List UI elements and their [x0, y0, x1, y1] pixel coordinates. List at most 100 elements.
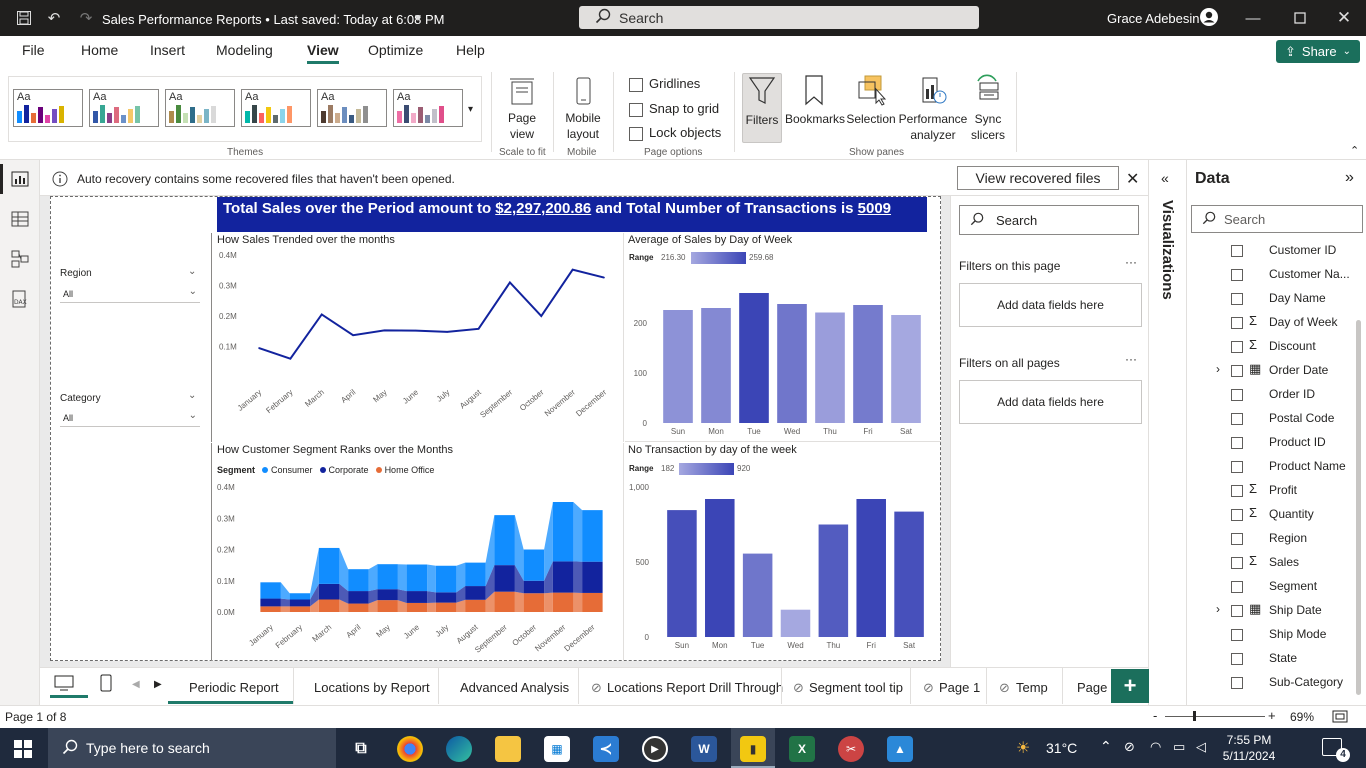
media-player-icon[interactable]: ▶ — [642, 736, 668, 762]
collapse-ribbon-icon[interactable]: ⌃ — [1350, 144, 1359, 157]
data-field-row[interactable]: Day Name — [1187, 289, 1357, 313]
add-fields-this-page[interactable]: Add data fields here — [959, 283, 1142, 327]
chrome-icon[interactable] — [397, 736, 423, 762]
collapse-data-pane-icon[interactable]: » — [1345, 169, 1354, 187]
field-checkbox[interactable] — [1231, 509, 1243, 521]
mobile-layout-button[interactable]: Mobile layout — [560, 76, 606, 142]
edge-icon[interactable] — [446, 736, 472, 762]
menu-home[interactable]: Home — [81, 42, 118, 58]
windows-start-icon[interactable] — [14, 740, 32, 761]
field-checkbox[interactable] — [1231, 533, 1243, 545]
previous-page-icon[interactable]: ◀ — [132, 679, 140, 690]
tab-locations-by-report[interactable]: Locations by Report — [314, 680, 430, 695]
model-view-icon[interactable] — [11, 250, 29, 271]
network-off-icon[interactable]: ⊘ — [1124, 739, 1135, 755]
menu-insert[interactable]: Insert — [150, 42, 185, 58]
bookmarks-pane-button[interactable]: Bookmarks — [785, 73, 845, 127]
theme-option[interactable]: Aa — [165, 89, 235, 127]
view-recovered-files-button[interactable]: View recovered files — [957, 166, 1119, 190]
zoom-slider[interactable] — [1165, 716, 1265, 717]
data-field-row[interactable]: Σ Profit — [1187, 481, 1357, 505]
data-field-row[interactable]: Customer Na... — [1187, 265, 1357, 289]
minimize-icon[interactable]: — — [1243, 8, 1263, 28]
menu-file[interactable]: File — [22, 42, 45, 58]
field-checkbox[interactable] — [1231, 269, 1243, 281]
data-field-row[interactable]: Segment — [1187, 577, 1357, 601]
lock-toggle[interactable]: Lock objects — [629, 125, 721, 141]
title-dropdown-icon[interactable]: ▼ — [408, 8, 428, 28]
lock-checkbox[interactable] — [629, 126, 643, 141]
data-search-input[interactable]: Search — [1191, 205, 1363, 233]
data-field-row[interactable]: › ▦ Ship Date — [1187, 601, 1357, 625]
weather-temp[interactable]: 31°C — [1046, 740, 1077, 756]
field-checkbox[interactable] — [1231, 605, 1243, 617]
field-checkbox[interactable] — [1231, 581, 1243, 593]
photos-icon[interactable]: ▲ — [887, 736, 913, 762]
field-checkbox[interactable] — [1231, 317, 1243, 329]
field-checkbox[interactable] — [1231, 461, 1243, 473]
user-avatar-icon[interactable] — [1199, 7, 1219, 30]
page-view-button[interactable]: Page view — [500, 76, 544, 142]
tab-temp[interactable]: Temp — [1016, 680, 1048, 695]
maximize-icon[interactable] — [1290, 8, 1310, 28]
clock-date[interactable]: 5/11/2024 — [1222, 749, 1276, 763]
data-field-row[interactable]: Σ Discount — [1187, 337, 1357, 361]
battery-icon[interactable]: ▭ — [1173, 739, 1185, 755]
expand-visualizations-icon[interactable]: « — [1161, 170, 1169, 186]
field-checkbox[interactable] — [1231, 557, 1243, 569]
taskbar-search-box[interactable]: Type here to search — [48, 728, 336, 768]
filters-pane-button[interactable]: Filters — [742, 73, 782, 143]
data-field-row[interactable]: Sub-Category — [1187, 673, 1357, 697]
field-checkbox[interactable] — [1231, 389, 1243, 401]
tray-chevron-icon[interactable]: ⌃ — [1100, 738, 1112, 755]
share-button[interactable]: ⇪ Share ⌄ — [1276, 40, 1360, 63]
snipping-tool-icon[interactable]: ✂ — [838, 736, 864, 762]
user-name[interactable]: Grace Adebesin — [1107, 11, 1200, 26]
field-checkbox[interactable] — [1231, 413, 1243, 425]
menu-view[interactable]: View — [307, 42, 339, 64]
data-field-row[interactable]: Σ Quantity — [1187, 505, 1357, 529]
tab-page-1[interactable]: Page 1 — [939, 680, 980, 695]
field-checkbox[interactable] — [1231, 293, 1243, 305]
add-fields-all-pages[interactable]: Add data fields here — [959, 380, 1142, 424]
tab-page-2[interactable]: Page 2 — [1070, 668, 1111, 704]
data-field-row[interactable]: Σ Day of Week — [1187, 313, 1357, 337]
field-checkbox[interactable] — [1231, 485, 1243, 497]
next-page-icon[interactable]: ▶ — [154, 679, 162, 690]
visualizations-label[interactable]: Visualizations — [1159, 200, 1176, 300]
data-field-row[interactable]: Product Name — [1187, 457, 1357, 481]
task-view-icon[interactable]: ⧉ — [348, 736, 374, 762]
microsoft-store-icon[interactable]: ▦ — [544, 736, 570, 762]
selection-pane-button[interactable]: Selection — [846, 73, 896, 127]
gridlines-toggle[interactable]: Gridlines — [629, 76, 700, 92]
table-view-icon[interactable] — [11, 210, 29, 231]
data-field-row[interactable]: Postal Code — [1187, 409, 1357, 433]
fit-to-page-icon[interactable] — [1332, 710, 1348, 726]
close-notice-icon[interactable]: ✕ — [1126, 169, 1139, 189]
desktop-layout-icon[interactable] — [50, 668, 88, 698]
field-checkbox[interactable] — [1231, 653, 1243, 665]
data-field-row[interactable]: Ship Mode — [1187, 625, 1357, 649]
undo-icon[interactable]: ↶ — [44, 8, 64, 28]
data-field-row[interactable]: › ▦ Order Date — [1187, 361, 1357, 385]
field-checkbox[interactable] — [1231, 365, 1243, 377]
add-page-button[interactable]: + — [1111, 669, 1149, 703]
redo-icon[interactable]: ↷ — [76, 8, 96, 28]
zoom-out-icon[interactable]: - — [1153, 708, 1157, 723]
zoom-level[interactable]: 69% — [1290, 710, 1314, 724]
save-icon[interactable] — [14, 8, 34, 28]
expand-chevron-icon[interactable]: › — [1216, 362, 1220, 376]
data-field-row[interactable]: Order ID — [1187, 385, 1357, 409]
field-checkbox[interactable] — [1231, 341, 1243, 353]
data-field-row[interactable]: Product ID — [1187, 433, 1357, 457]
menu-optimize[interactable]: Optimize — [368, 42, 423, 58]
filter-search-input[interactable]: Search — [959, 205, 1139, 235]
dax-query-icon[interactable]: DAX — [11, 290, 29, 311]
vscode-icon[interactable]: ≺ — [593, 736, 619, 762]
field-checkbox[interactable] — [1231, 437, 1243, 449]
more-options-icon[interactable]: ··· — [1125, 255, 1137, 269]
snap-checkbox[interactable] — [629, 102, 643, 117]
snap-toggle[interactable]: Snap to grid — [629, 101, 719, 117]
powerbi-taskbar-button[interactable]: ▮ — [731, 728, 775, 768]
data-field-row[interactable]: State — [1187, 649, 1357, 673]
